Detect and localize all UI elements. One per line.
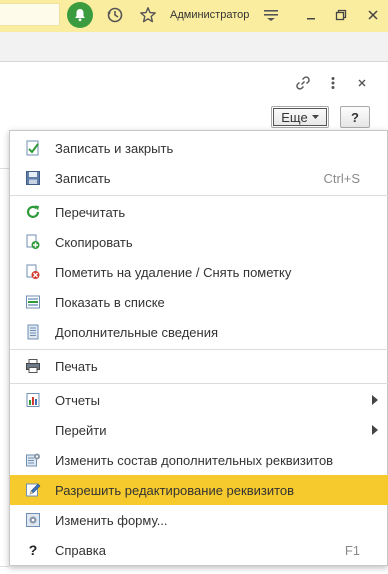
menu-item-label: Записать и закрыть (55, 140, 174, 156)
search-field[interactable] (0, 3, 60, 26)
help-icon: ? (28, 542, 38, 558)
menu-item-label: Разрешить редактирование реквизитов (55, 482, 295, 498)
menu-item-edit-additional-attributes[interactable]: Изменить состав дополнительных реквизито… (10, 445, 388, 475)
shortcut-label: F1 (344, 542, 360, 558)
menu-item-label: Справка (55, 542, 106, 558)
menu-item-help[interactable]: ? Справка F1 (10, 535, 388, 565)
link-icon[interactable] (293, 73, 313, 93)
menu-item-additional-info[interactable]: Дополнительные сведения (10, 317, 388, 347)
menu-item-save-and-close[interactable]: Записать и закрыть (10, 133, 388, 163)
history-icon[interactable] (104, 4, 126, 26)
allow-edit-icon (25, 482, 41, 498)
menu-item-label: Отчеты (55, 392, 100, 408)
favorites-star-icon[interactable] (137, 4, 159, 26)
reports-icon (25, 392, 41, 408)
main-menu-icon[interactable] (260, 4, 282, 26)
edit-attributes-icon (25, 452, 41, 468)
delete-mark-icon (25, 264, 41, 280)
minimize-icon[interactable] (300, 4, 322, 26)
menu-separator (10, 349, 388, 350)
more-button[interactable]: Еще (271, 106, 329, 128)
sections-panel (0, 32, 388, 62)
show-in-list-icon (25, 294, 41, 310)
menu-item-label: Печать (55, 358, 98, 374)
menu-item-copy[interactable]: Скопировать (10, 227, 388, 257)
close-window-icon[interactable] (362, 4, 384, 26)
menu-item-reports[interactable]: Отчеты (10, 385, 388, 415)
save-close-icon (25, 140, 41, 156)
more-menu: Записать и закрыть Записать Ctrl+S Переч… (9, 130, 388, 566)
menu-item-go-to[interactable]: Перейти (10, 415, 388, 445)
menu-item-label: Изменить состав дополнительных реквизито… (55, 452, 334, 468)
menu-item-label: Пометить на удаление / Снять пометку (55, 264, 292, 280)
additional-info-icon (25, 324, 41, 340)
restore-window-icon[interactable] (330, 4, 352, 26)
submenu-arrow-icon (372, 425, 378, 435)
more-actions-icon[interactable] (323, 73, 343, 93)
form-divider (0, 168, 9, 169)
change-form-icon (25, 512, 41, 528)
menu-item-label: Дополнительные сведения (55, 324, 219, 340)
current-user-name[interactable]: Администратор (170, 9, 249, 21)
more-button-label: Еще (281, 109, 308, 125)
menu-item-show-in-list[interactable]: Показать в списке (10, 287, 388, 317)
menu-item-reread[interactable]: Перечитать (10, 197, 388, 227)
menu-item-label: Перечитать (55, 204, 126, 220)
submenu-arrow-icon (372, 395, 378, 405)
notifications-bell-icon[interactable] (67, 2, 93, 28)
menu-item-mark-delete[interactable]: Пометить на удаление / Снять пометку (10, 257, 388, 287)
form-divider-bottom (0, 566, 9, 567)
dropdown-arrow-icon (311, 114, 319, 119)
shortcut-label: Ctrl+S (323, 170, 360, 186)
floppy-icon (25, 170, 41, 186)
menu-item-label: Скопировать (55, 234, 133, 250)
menu-item-print[interactable]: Печать (10, 351, 388, 381)
menu-item-change-form[interactable]: Изменить форму... (10, 505, 388, 535)
menu-item-save[interactable]: Записать Ctrl+S (10, 163, 388, 193)
close-form-icon[interactable] (352, 73, 372, 93)
menu-item-label: Показать в списке (55, 294, 165, 310)
menu-item-label: Изменить форму... (55, 512, 168, 528)
menu-item-label: Перейти (55, 422, 107, 438)
top-bar: Администратор (0, 0, 388, 32)
menu-separator (10, 195, 388, 196)
print-icon (25, 358, 41, 374)
menu-item-allow-edit-attributes[interactable]: Разрешить редактирование реквизитов (10, 475, 388, 505)
help-button[interactable]: ? (340, 106, 370, 128)
copy-icon (25, 234, 41, 250)
menu-separator (10, 383, 388, 384)
menu-item-label: Записать (55, 170, 111, 186)
refresh-icon (25, 204, 41, 220)
